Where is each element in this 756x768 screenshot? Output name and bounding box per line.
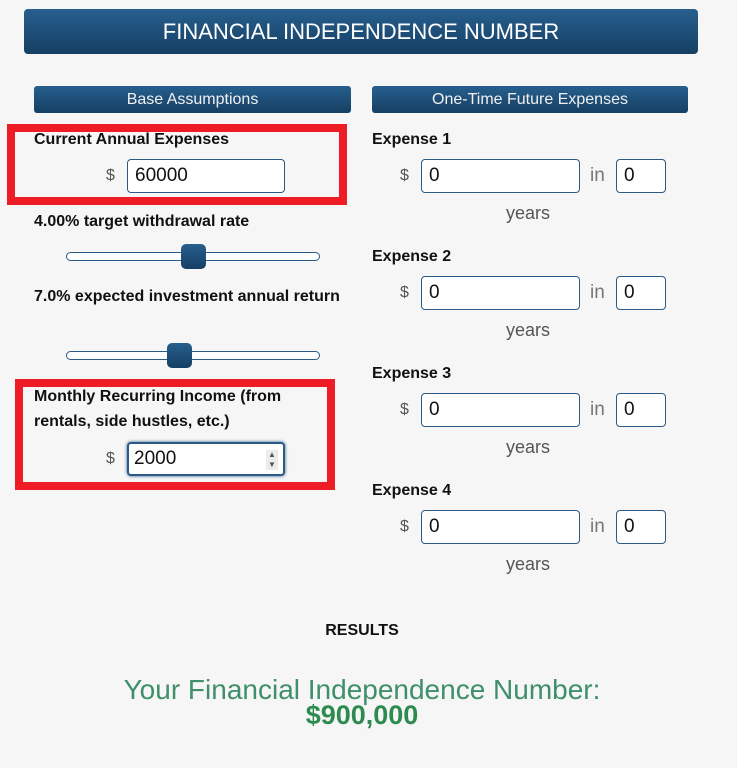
results-title: RESULTS [325,622,399,639]
in-label: in [590,399,605,420]
expense-years-input[interactable]: 0 [616,393,666,427]
expense-years-input[interactable]: 0 [616,276,666,310]
currency-symbol: $ [400,401,409,418]
currency-symbol: $ [400,518,409,535]
expense-amount-input[interactable]: 0 [421,510,580,544]
expense-years-input[interactable]: 0 [616,510,666,544]
base-assumptions-header: Base Assumptions [34,86,351,113]
currency-symbol: $ [106,167,115,184]
currency-symbol: $ [400,284,409,301]
years-label: years [506,554,551,574]
current-annual-expenses-input[interactable]: 60000 [127,159,285,193]
one-time-expenses-header: One-Time Future Expenses [372,86,688,113]
page-title: FINANCIAL INDEPENDENCE NUMBER [24,9,698,54]
in-label: in [590,282,605,303]
expense-label: Expense 4 [372,482,452,499]
investment-return-slider[interactable] [66,351,320,360]
expense-label: Expense 1 [372,131,452,148]
currency-symbol: $ [400,167,409,184]
expense-label: Expense 2 [372,248,452,265]
spinner-down-icon[interactable]: ▼ [266,460,278,470]
expense-amount-input[interactable]: 0 [421,159,580,193]
years-label: years [506,320,551,340]
investment-return-label: 7.0% expected investment annual return [34,288,340,305]
expense-amount-input[interactable]: 0 [421,393,580,427]
monthly-recurring-income-input[interactable]: 2000 ▲ ▼ [127,442,285,476]
number-spinner[interactable]: ▲ ▼ [266,450,278,470]
expense-label: Expense 3 [372,365,452,382]
years-label: years [506,203,551,223]
spinner-up-icon[interactable]: ▲ [266,450,278,460]
in-label: in [590,165,605,186]
monthly-recurring-income-value: 2000 [134,448,177,469]
withdrawal-rate-slider-thumb[interactable] [180,244,206,269]
withdrawal-rate-label: 4.00% target withdrawal rate [34,213,250,230]
fi-number-value: $900,000 [305,700,419,730]
years-label: years [506,437,551,457]
expense-years-input[interactable]: 0 [616,159,666,193]
page-background: FINANCIAL INDEPENDENCE NUMBER Base Assum… [0,0,737,768]
in-label: in [590,516,605,537]
expense-amount-input[interactable]: 0 [421,276,580,310]
investment-return-slider-thumb[interactable] [166,343,192,368]
current-annual-expenses-label: Current Annual Expenses [34,131,230,148]
monthly-recurring-income-label: Monthly Recurring Income (from rentals, … [34,388,282,430]
currency-symbol: $ [106,450,115,467]
